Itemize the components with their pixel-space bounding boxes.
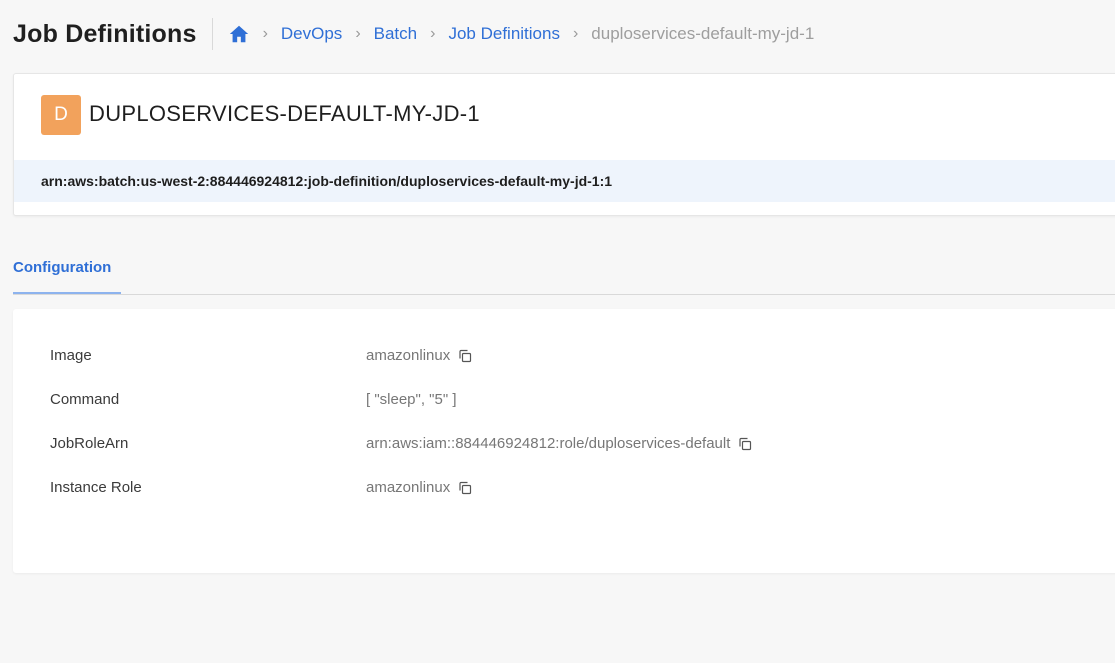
breadcrumb-batch[interactable]: Batch [374,24,417,44]
config-row-command: Command [ "sleep", "5" ] [13,389,1115,413]
copy-icon[interactable] [738,437,752,451]
avatar: D [41,95,81,135]
tab-bar: Configuration [13,248,1115,295]
config-label: Command [50,391,120,408]
chevron-right-icon: › [355,25,361,42]
page-title: Job Definitions [13,19,197,48]
arn-text: arn:aws:batch:us-west-2:884446924812:job… [41,173,613,189]
breadcrumb-devops[interactable]: DevOps [281,24,342,44]
breadcrumb-current: duploservices-default-my-jd-1 [591,24,815,43]
home-icon[interactable] [228,23,250,45]
breadcrumb-job-definitions[interactable]: Job Definitions [448,24,560,44]
copy-icon[interactable] [458,349,472,363]
config-label: Instance Role [50,479,142,496]
copy-icon[interactable] [458,481,472,495]
configuration-card: Image amazonlinux Command [ "sleep", "5"… [13,309,1115,573]
chevron-right-icon: › [572,25,579,42]
arn-bar: arn:aws:batch:us-west-2:884446924812:job… [14,160,1115,202]
config-value: arn:aws:iam::884446924812:role/duploserv… [366,435,752,452]
config-value-text: amazonlinux [366,347,451,364]
config-row-image: Image amazonlinux [13,345,1115,369]
config-label: JobRoleArn [50,435,129,452]
resource-name: DUPLOSERVICES-DEFAULT-MY-JD-1 [89,101,480,126]
tab-configuration[interactable]: Configuration [13,248,121,294]
tab-label: Configuration [13,259,112,276]
page-header: Job Definitions › DevOps › Batch › Job D… [13,16,814,52]
header-divider [211,18,213,50]
config-value-text: [ "sleep", "5" ] [366,391,457,408]
chevron-right-icon: › [262,25,268,42]
config-value: [ "sleep", "5" ] [366,391,457,408]
config-row-jobrolearn: JobRoleArn arn:aws:iam::884446924812:rol… [13,433,1115,457]
config-value: amazonlinux [366,347,472,364]
config-value-text: arn:aws:iam::884446924812:role/duploserv… [366,435,731,452]
config-row-instance-role: Instance Role amazonlinux [13,477,1115,501]
config-label: Image [50,347,92,364]
resource-summary-card: D DUPLOSERVICES-DEFAULT-MY-JD-1 arn:aws:… [13,73,1115,216]
config-value: amazonlinux [366,479,472,496]
config-value-text: amazonlinux [366,479,451,496]
chevron-right-icon: › [430,25,436,42]
